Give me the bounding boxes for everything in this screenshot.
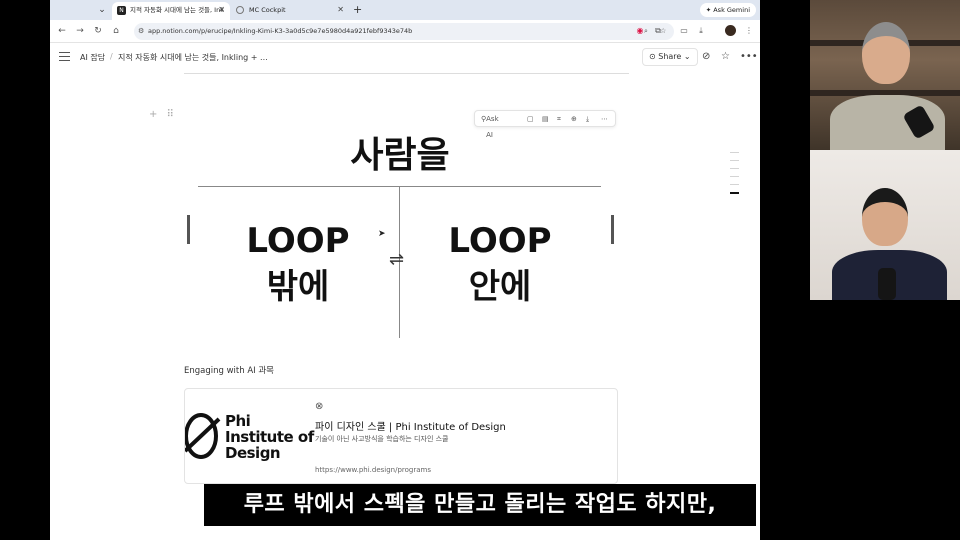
- home-icon[interactable]: ⌂: [110, 25, 122, 37]
- caption-icon[interactable]: ▤: [542, 111, 549, 127]
- image-resize-handle[interactable]: [611, 215, 614, 244]
- browser-window: ⌄ N 지적 자동화 시대에 남는 것들, Ink ✕ MC Cockpit ✕…: [50, 0, 760, 540]
- breadcrumb-item[interactable]: 지적 자동화 시대에 남는 것들, Inkling + ...: [118, 52, 268, 63]
- breadcrumb-separator: /: [110, 52, 113, 61]
- tab-search-chevron-icon[interactable]: ⌄: [94, 3, 110, 17]
- tab-notion-page[interactable]: N 지적 자동화 시대에 남는 것들, Ink ✕: [112, 2, 230, 20]
- close-icon[interactable]: ✕: [218, 2, 225, 18]
- chevron-down-icon: ⌄: [681, 52, 691, 61]
- logo-line: Design: [225, 444, 281, 462]
- ask-gemini-button[interactable]: ✦ Ask Gemini: [699, 3, 756, 17]
- forward-icon[interactable]: →: [74, 25, 86, 37]
- site-info-icon[interactable]: ⚙: [138, 23, 144, 40]
- sidebar-icon[interactable]: ▭: [678, 25, 690, 37]
- url-text: app.notion.com/p/erucipe/Inkling-Kimi-K3…: [148, 27, 413, 35]
- download-icon[interactable]: ⤓: [695, 25, 707, 37]
- lock-icon: ⊙: [649, 52, 659, 61]
- profile-avatar[interactable]: [725, 25, 736, 36]
- link-icon[interactable]: ⊘: [702, 51, 710, 62]
- table-of-contents-minimap[interactable]: [730, 152, 742, 201]
- tab-title: MC Cockpit: [249, 6, 286, 14]
- section-label: Engaging with AI 과목: [184, 366, 275, 376]
- browser-toolbar: ← → ↻ ⌂ ⚙ app.notion.com/p/erucipe/Inkli…: [50, 20, 760, 43]
- ask-ai-button[interactable]: ⚲ Ask AI: [481, 111, 499, 139]
- mouse-cursor-icon: ➤: [378, 229, 386, 239]
- exchange-arrows-icon: ⇌: [389, 249, 405, 270]
- download-icon[interactable]: ⤓: [586, 111, 589, 127]
- phi-favicon-icon: ⊗: [315, 401, 324, 412]
- logo-line: Institute of: [225, 428, 314, 446]
- loop-outside-line1: LOOP: [246, 221, 350, 261]
- globe-icon: [236, 6, 244, 14]
- back-icon[interactable]: ←: [56, 25, 68, 37]
- phi-logo-mark: [185, 413, 221, 459]
- tab-bar: ⌄ N 지적 자동화 시대에 남는 것들, Ink ✕ MC Cockpit ✕…: [50, 0, 760, 20]
- logo-line: Phi: [225, 412, 251, 430]
- zoom-icon[interactable]: ⊕: [571, 111, 577, 127]
- webcam-host-2: [810, 150, 960, 300]
- notion-topbar: AI 잡담 / 지적 자동화 시대에 남는 것들, Inkling + ... …: [50, 43, 760, 73]
- bookmark-description: 기술이 아닌 사고방식을 학습하는 디자인 스쿨: [315, 435, 449, 443]
- tab-mc-cockpit[interactable]: MC Cockpit ✕: [231, 2, 349, 20]
- comment-icon[interactable]: ▢: [527, 111, 534, 127]
- phi-logo: Phi Institute of Design: [185, 409, 314, 465]
- image-resize-handle[interactable]: [187, 215, 190, 244]
- page-divider: [184, 73, 629, 74]
- crop-icon[interactable]: ⌗: [557, 111, 561, 127]
- new-tab-button[interactable]: +: [353, 2, 362, 18]
- tab-title: 지적 자동화 시대에 남는 것들, Ink: [130, 6, 224, 14]
- more-icon[interactable]: ⋮: [743, 25, 755, 37]
- more-icon[interactable]: ⋯: [601, 111, 608, 127]
- extensions-puzzle-icon[interactable]: ⧉: [652, 25, 664, 37]
- bookmark-title: 파이 디자인 스쿨 | Phi Institute of Design: [315, 422, 506, 433]
- extension-icon[interactable]: ◉: [634, 25, 646, 37]
- ask-gemini-label: Ask Gemini: [713, 6, 750, 14]
- more-icon[interactable]: •••: [740, 51, 758, 62]
- loop-inside-line1: LOOP: [448, 221, 552, 261]
- bookmark-url[interactable]: https://www.phi.design/programs: [315, 466, 431, 474]
- breadcrumb-item[interactable]: AI 잡담: [80, 52, 105, 63]
- person-head: [862, 22, 910, 84]
- person-head: [862, 188, 908, 246]
- loop-outside-line2: 밖에: [266, 267, 330, 307]
- reload-icon[interactable]: ↻: [92, 25, 104, 37]
- bookmark-card[interactable]: Phi Institute of Design ⊗ 파이 디자인 스쿨 | Ph…: [184, 388, 618, 484]
- notion-icon: N: [117, 6, 126, 15]
- phi-logo-text: Phi Institute of Design: [225, 413, 314, 461]
- loop-inside-line2: 안에: [468, 267, 532, 307]
- close-icon[interactable]: ✕: [337, 2, 344, 18]
- address-bar[interactable]: ⚙ app.notion.com/p/erucipe/Inkling-Kimi-…: [134, 23, 674, 40]
- share-button[interactable]: ⊙ Share ⌄: [642, 48, 698, 66]
- video-subtitle: 루프 밖에서 스펙을 만들고 돌리는 작업도 하지만,: [204, 484, 756, 526]
- webcam-host-1: [810, 0, 960, 150]
- video-frame: ⌄ N 지적 자동화 시대에 남는 것들, Ink ✕ MC Cockpit ✕…: [0, 0, 960, 540]
- favorite-star-icon[interactable]: ☆: [721, 51, 730, 62]
- diagram-title: 사람을: [350, 135, 450, 176]
- image-toolbar: ⚲ Ask AI ▢ ▤ ⌗ ⊕ ⤓ ⋯: [474, 110, 616, 139]
- share-label: Share: [658, 52, 682, 61]
- drag-handle-icon[interactable]: + ⠿: [149, 109, 177, 120]
- sidebar-menu-icon[interactable]: [59, 52, 70, 61]
- microphone: [878, 268, 896, 300]
